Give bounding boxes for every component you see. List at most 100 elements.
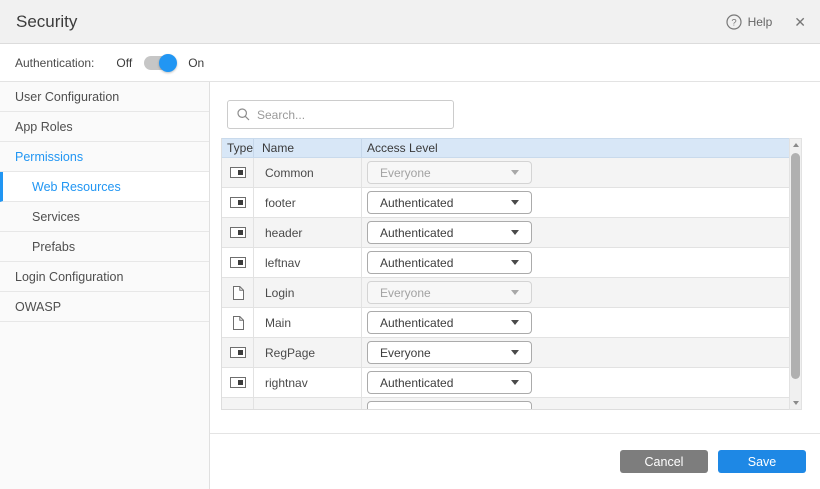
column-header-access-level: Access Level xyxy=(362,139,789,157)
partial-icon xyxy=(230,377,246,388)
main-panel: Type Name Access Level Common xyxy=(210,82,820,489)
resources-grid: Type Name Access Level Common xyxy=(221,138,789,410)
access-level-cell: Authenticated xyxy=(362,248,789,277)
resource-type-cell xyxy=(222,308,254,337)
page-icon xyxy=(232,316,244,330)
table-row: Common Everyone xyxy=(222,158,789,188)
chevron-down-icon xyxy=(511,380,519,385)
resource-type-cell xyxy=(222,158,254,187)
footer-divider xyxy=(210,433,820,434)
access-level-cell xyxy=(362,398,789,410)
chevron-down-icon xyxy=(511,200,519,205)
close-icon[interactable]: ✕ xyxy=(794,15,806,29)
help-icon: ? xyxy=(726,14,742,30)
sidebar-item-owasp[interactable]: OWASP xyxy=(0,292,209,322)
sidebar-item-services[interactable]: Services xyxy=(0,202,209,232)
cancel-button[interactable]: Cancel xyxy=(620,450,708,473)
scrollbar-thumb[interactable] xyxy=(791,153,800,379)
access-level-cell: Authenticated xyxy=(362,368,789,397)
access-level-dropdown[interactable]: Everyone xyxy=(367,341,532,364)
resource-name: Main xyxy=(254,308,362,337)
partial-icon xyxy=(230,227,246,238)
sidebar-item-label: Permissions xyxy=(15,150,83,164)
page-title: Security xyxy=(16,12,77,32)
toggle-on-label: On xyxy=(188,56,204,70)
resource-name: header xyxy=(254,218,362,247)
sidebar-item-web-resources[interactable]: Web Resources xyxy=(0,172,209,202)
window-header: Security ? Help ✕ xyxy=(0,0,820,44)
column-header-name: Name xyxy=(254,139,362,157)
sidebar-item-user-configuration[interactable]: User Configuration xyxy=(0,82,209,112)
access-level-cell: Authenticated xyxy=(362,218,789,247)
resource-name: RegPage xyxy=(254,338,362,367)
resource-type-cell xyxy=(222,188,254,217)
help-button[interactable]: ? Help xyxy=(726,14,773,30)
table-row: footer Authenticated xyxy=(222,188,789,218)
table-row xyxy=(222,398,789,410)
page-icon xyxy=(232,286,244,300)
sidebar-item-login-configuration[interactable]: Login Configuration xyxy=(0,262,209,292)
table-row: RegPage Everyone xyxy=(222,338,789,368)
sidebar-item-label: Services xyxy=(32,210,80,224)
access-level-dropdown[interactable]: Authenticated xyxy=(367,221,532,244)
chevron-down-icon xyxy=(511,350,519,355)
resource-name: Common xyxy=(254,158,362,187)
grid-header-row: Type Name Access Level xyxy=(222,138,789,158)
access-level-cell: Authenticated xyxy=(362,308,789,337)
access-level-dropdown[interactable]: Authenticated xyxy=(367,311,532,334)
access-level-dropdown[interactable] xyxy=(367,401,532,410)
access-level-dropdown[interactable]: Everyone xyxy=(367,161,532,184)
resource-name: leftnav xyxy=(254,248,362,277)
authentication-label: Authentication: xyxy=(15,56,94,70)
resource-name: rightnav xyxy=(254,368,362,397)
access-level-dropdown[interactable]: Everyone xyxy=(367,281,532,304)
chevron-down-icon xyxy=(511,230,519,235)
chevron-down-icon xyxy=(511,260,519,265)
table-row: Login Everyone xyxy=(222,278,789,308)
table-row: header Authenticated xyxy=(222,218,789,248)
access-level-dropdown[interactable]: Authenticated xyxy=(367,251,532,274)
table-row: leftnav Authenticated xyxy=(222,248,789,278)
sidebar-item-label: User Configuration xyxy=(15,90,119,104)
sidebar-item-label: OWASP xyxy=(15,300,61,314)
save-button[interactable]: Save xyxy=(718,450,806,473)
authentication-bar: Authentication: Off On xyxy=(0,44,820,82)
sidebar-item-label: App Roles xyxy=(15,120,73,134)
chevron-down-icon xyxy=(511,320,519,325)
resource-type-cell xyxy=(222,248,254,277)
vertical-scrollbar[interactable] xyxy=(789,138,802,410)
search-icon xyxy=(237,108,250,121)
svg-text:?: ? xyxy=(731,17,736,28)
sidebar: User Configuration App Roles Permissions… xyxy=(0,82,210,489)
resource-type-cell xyxy=(222,338,254,367)
partial-icon xyxy=(230,197,246,208)
partial-icon xyxy=(230,167,246,178)
access-level-cell: Everyone xyxy=(362,278,789,307)
resource-type-cell xyxy=(222,278,254,307)
sidebar-item-label: Login Configuration xyxy=(15,270,123,284)
scroll-up-arrow-icon[interactable] xyxy=(790,139,801,151)
chevron-down-icon xyxy=(511,170,519,175)
help-label: Help xyxy=(748,15,773,29)
sidebar-item-app-roles[interactable]: App Roles xyxy=(0,112,209,142)
body-layout: User Configuration App Roles Permissions… xyxy=(0,82,820,489)
grid-body: Common Everyone footer xyxy=(222,158,789,410)
access-level-cell: Authenticated xyxy=(362,188,789,217)
resource-type-cell xyxy=(222,218,254,247)
chevron-down-icon xyxy=(511,290,519,295)
toggle-off-label: Off xyxy=(116,56,132,70)
search-box xyxy=(227,100,454,129)
resource-type-cell xyxy=(222,368,254,397)
access-level-dropdown[interactable]: Authenticated xyxy=(367,191,532,214)
resource-name: footer xyxy=(254,188,362,217)
toggle-knob xyxy=(159,54,177,72)
access-level-dropdown[interactable]: Authenticated xyxy=(367,371,532,394)
search-input[interactable] xyxy=(257,108,453,122)
partial-icon xyxy=(230,257,246,268)
sidebar-item-permissions[interactable]: Permissions xyxy=(0,142,209,172)
authentication-toggle[interactable] xyxy=(144,56,174,70)
scroll-down-arrow-icon[interactable] xyxy=(790,397,801,409)
sidebar-item-prefabs[interactable]: Prefabs xyxy=(0,232,209,262)
resource-name: Login xyxy=(254,278,362,307)
resource-name xyxy=(254,398,362,410)
